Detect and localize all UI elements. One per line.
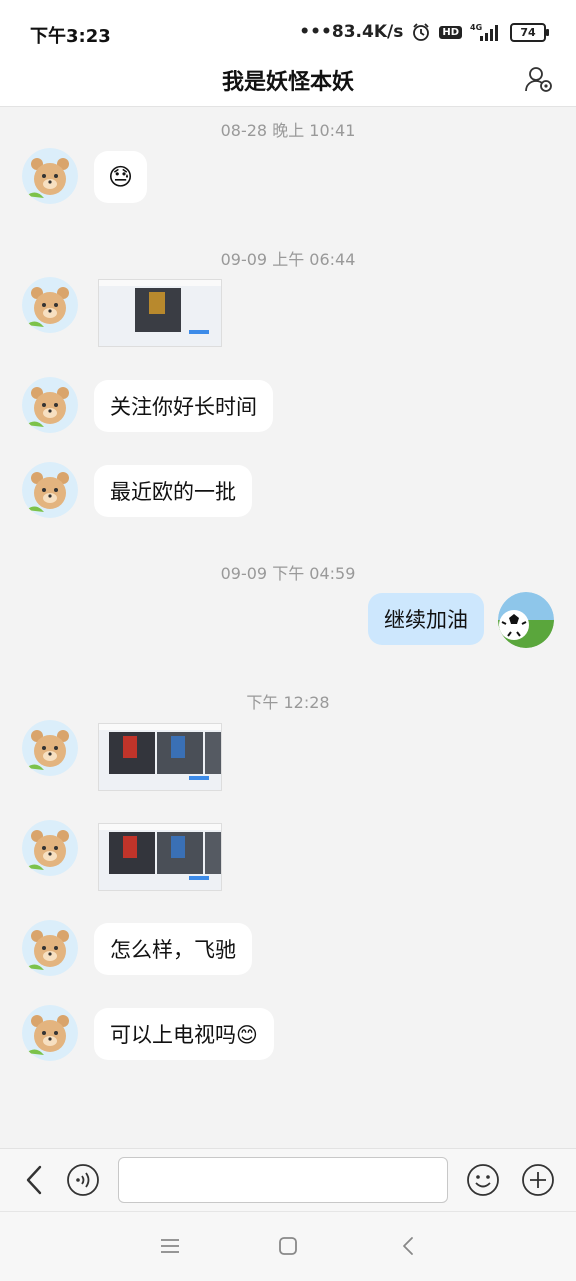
friend-avatar[interactable]	[22, 820, 78, 876]
image-message[interactable]	[98, 723, 222, 791]
chat-area[interactable]: 08-28 晚上 10:41 😓 09-09 上午 06:44 关注你好长时间 …	[0, 107, 576, 1147]
image-message[interactable]	[98, 823, 222, 891]
message-bubble[interactable]: 最近欧的一批	[94, 465, 252, 517]
message-bubble[interactable]: 😓	[94, 151, 148, 203]
message-timestamp: 08-28 晚上 10:41	[220, 121, 356, 140]
voice-icon[interactable]	[66, 1163, 100, 1197]
hd-icon: HD	[439, 25, 462, 39]
my-message-bubble[interactable]: 继续加油	[368, 593, 484, 645]
smiley-icon[interactable]	[466, 1163, 500, 1197]
input-bar	[0, 1148, 576, 1211]
page-title: 我是妖怪本妖	[221, 70, 354, 95]
back-icon[interactable]	[397, 1234, 421, 1258]
message-input[interactable]	[118, 1157, 448, 1203]
menu-icon[interactable]	[158, 1234, 182, 1258]
battery-level: 74	[520, 25, 536, 39]
friend-avatar[interactable]	[22, 920, 78, 976]
message-bubble[interactable]: 怎么样，飞驰	[94, 923, 252, 975]
network-type: 4G	[470, 23, 482, 32]
message-timestamp: 09-09 下午 04:59	[220, 564, 356, 583]
my-avatar[interactable]	[498, 592, 554, 648]
status-time: 下午3:23	[30, 26, 111, 47]
emoji-message: 😓	[108, 163, 134, 191]
chevron-left-icon[interactable]	[22, 1163, 48, 1197]
friend-avatar[interactable]	[22, 1005, 78, 1061]
friend-avatar[interactable]	[22, 377, 78, 433]
status-icons: •••83.4K/s HD 4G 74	[299, 22, 549, 42]
image-message[interactable]	[98, 279, 222, 347]
message-bubble[interactable]: 关注你好长时间	[94, 380, 273, 432]
network-speed: •••83.4K/s	[299, 22, 404, 42]
friend-avatar[interactable]	[22, 462, 78, 518]
contact-settings-icon[interactable]	[524, 64, 554, 94]
signal-icon: 4G	[470, 22, 502, 42]
message-timestamp: 09-09 上午 06:44	[220, 250, 356, 269]
friend-avatar[interactable]	[22, 277, 78, 333]
system-nav-bar	[0, 1211, 576, 1281]
battery-icon: 74	[510, 22, 549, 42]
home-icon[interactable]	[276, 1234, 300, 1258]
friend-avatar[interactable]	[22, 148, 78, 204]
alarm-icon	[411, 22, 431, 42]
message-timestamp: 下午 12:28	[246, 693, 330, 712]
chat-header: 我是妖怪本妖	[0, 56, 576, 107]
plus-icon[interactable]	[521, 1163, 555, 1197]
friend-avatar[interactable]	[22, 720, 78, 776]
message-bubble[interactable]: 可以上电视吗😊	[94, 1008, 274, 1060]
